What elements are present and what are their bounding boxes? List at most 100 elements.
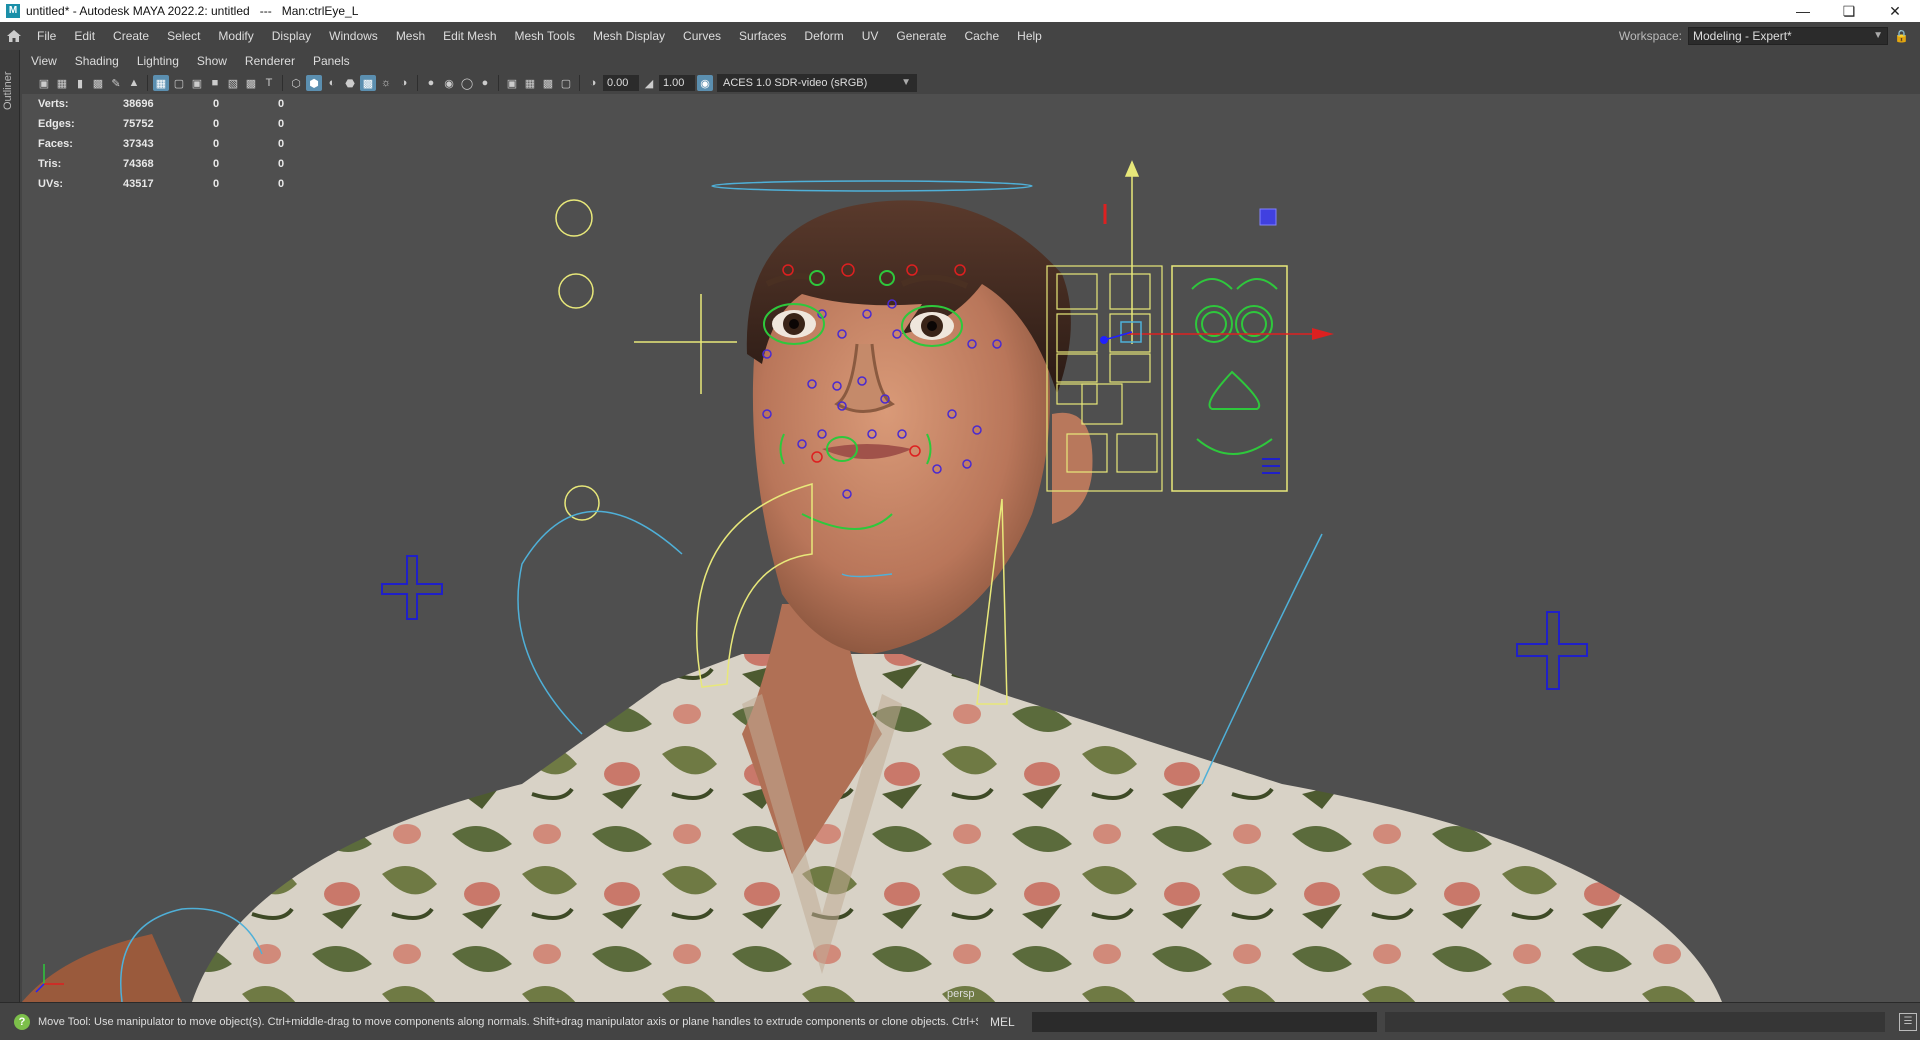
hud-value: 0 <box>278 178 285 190</box>
panel-menu-renderer[interactable]: Renderer <box>236 54 304 68</box>
panel-menu-bar: View Shading Lighting Show Renderer Pane… <box>22 50 1920 72</box>
menu-deform[interactable]: Deform <box>795 22 852 50</box>
gamma-field[interactable]: 1.00 <box>659 75 695 91</box>
default-material-icon[interactable]: ◐ <box>324 75 340 91</box>
command-language-toggle[interactable]: MEL <box>990 1015 1026 1029</box>
two-d-pan-icon[interactable]: ▲ <box>126 75 142 91</box>
hud-value: 75752 <box>123 118 154 130</box>
field-chart-icon[interactable]: ▧ <box>225 75 241 91</box>
shadows-icon[interactable]: ◑ <box>396 75 412 91</box>
lock-icon[interactable]: 🔒 <box>1894 29 1909 43</box>
outliner-label: Outliner <box>2 71 14 110</box>
help-message: Move Tool: Use manipulator to move objec… <box>38 1015 978 1028</box>
menu-mesh[interactable]: Mesh <box>387 22 434 50</box>
menu-display[interactable]: Display <box>263 22 320 50</box>
menu-mesh-tools[interactable]: Mesh Tools <box>506 22 584 50</box>
script-editor-icon[interactable]: ☰ <box>1899 1012 1917 1031</box>
grease-pencil-icon[interactable]: ✎ <box>108 75 124 91</box>
home-icon[interactable] <box>0 22 28 50</box>
panel-toolbar: ▣ ▦ ▮ ▩ ✎ ▲ ▦ ▢ ▣ ■ ▧ ▩ T ⬡ ⬢ ◐ ⬣ ▩ ☼ ◑ … <box>22 72 1920 94</box>
toolbar-divider <box>579 75 580 91</box>
background-shoulder <box>22 934 182 1002</box>
help-icon[interactable]: ? <box>14 1013 30 1030</box>
ambient-occlusion-icon[interactable]: ● <box>423 75 439 91</box>
panel-menu-lighting[interactable]: Lighting <box>128 54 188 68</box>
textured-icon[interactable]: ▩ <box>360 75 376 91</box>
restore-icon[interactable]: ❏ <box>1826 0 1872 22</box>
close-icon[interactable]: ✕ <box>1872 0 1918 22</box>
blue-square-control <box>1259 208 1277 226</box>
persp-viewport[interactable]: Verts: 38696 0 0 Edges: 75752 0 0 Faces:… <box>22 94 1920 1002</box>
depth-of-field-icon[interactable]: ● <box>477 75 493 91</box>
workspace-label: Workspace: <box>1618 29 1682 43</box>
ear-mesh <box>1052 412 1093 524</box>
wireframe-on-shaded-icon[interactable]: ⬣ <box>342 75 358 91</box>
menu-file[interactable]: File <box>28 22 65 50</box>
hud-value: 38696 <box>123 98 154 110</box>
menu-create[interactable]: Create <box>104 22 158 50</box>
film-gate-icon[interactable]: ▢ <box>171 75 187 91</box>
menu-select[interactable]: Select <box>158 22 209 50</box>
gate-mask-icon[interactable]: ■ <box>207 75 223 91</box>
menu-mesh-display[interactable]: Mesh Display <box>584 22 674 50</box>
camera-name-label: persp <box>947 988 975 1000</box>
exposure-icon[interactable]: ◑ <box>585 75 601 91</box>
motion-blur-icon[interactable]: ◉ <box>441 75 457 91</box>
camera-attributes-icon[interactable]: ▦ <box>54 75 70 91</box>
hud-value: 0 <box>278 98 285 110</box>
face-board-lines <box>1262 458 1280 474</box>
smooth-shade-icon[interactable]: ⬢ <box>306 75 322 91</box>
workspace-select[interactable]: Modeling - Expert* ▼ <box>1688 27 1888 45</box>
command-result-field <box>1385 1011 1885 1032</box>
command-line-input[interactable] <box>1032 1011 1377 1032</box>
safe-title-icon[interactable]: T <box>261 75 277 91</box>
bookmark-icon[interactable]: ▮ <box>72 75 88 91</box>
title-bar: M untitled* - Autodesk MAYA 2022.2: unti… <box>0 0 1920 22</box>
exposure-field[interactable]: 0.00 <box>603 75 639 91</box>
move-manipulator <box>1100 321 1334 344</box>
anti-aliasing-icon[interactable]: ◯ <box>459 75 475 91</box>
menu-generate[interactable]: Generate <box>887 22 955 50</box>
select-camera-icon[interactable]: ▣ <box>36 75 52 91</box>
color-management-icon[interactable]: ◉ <box>697 75 713 91</box>
wireframe-icon[interactable]: ⬡ <box>288 75 304 91</box>
outliner-toggle[interactable]: Outliner <box>0 50 20 1010</box>
menu-curves[interactable]: Curves <box>674 22 730 50</box>
menu-surfaces[interactable]: Surfaces <box>730 22 795 50</box>
panel-menu-view[interactable]: View <box>22 54 66 68</box>
hud-label: Tris: <box>38 158 62 170</box>
safe-action-icon[interactable]: ▩ <box>243 75 259 91</box>
isolate-select-icon[interactable]: ▣ <box>504 75 520 91</box>
resolution-gate-icon[interactable]: ▣ <box>189 75 205 91</box>
menu-help[interactable]: Help <box>1008 22 1051 50</box>
workspace-area: Workspace: Modeling - Expert* ▼ 🔒 <box>1618 22 1909 50</box>
grid-icon[interactable]: ▦ <box>153 75 169 91</box>
window-title: untitled* - Autodesk MAYA 2022.2: untitl… <box>26 4 359 18</box>
menu-uv[interactable]: UV <box>853 22 888 50</box>
hud-value: 43517 <box>123 178 154 190</box>
workspace-value: Modeling - Expert* <box>1693 29 1792 43</box>
xray-joints-icon[interactable]: ▩ <box>540 75 556 91</box>
scene-render <box>22 160 1722 1002</box>
minimize-icon[interactable]: — <box>1780 0 1826 22</box>
gamma-icon[interactable]: ◢ <box>641 75 657 91</box>
use-all-lights-icon[interactable]: ☼ <box>378 75 394 91</box>
menu-edit-mesh[interactable]: Edit Mesh <box>434 22 505 50</box>
hud-value: 0 <box>213 158 220 170</box>
main-menu-bar: File Edit Create Select Modify Display W… <box>0 22 1920 50</box>
xray-icon[interactable]: ▦ <box>522 75 538 91</box>
menu-edit[interactable]: Edit <box>65 22 104 50</box>
menu-modify[interactable]: Modify <box>209 22 262 50</box>
image-plane-icon[interactable]: ▩ <box>90 75 106 91</box>
color-space-value: ACES 1.0 SDR-video (sRGB) <box>723 77 868 89</box>
menu-windows[interactable]: Windows <box>320 22 387 50</box>
panel-menu-panels[interactable]: Panels <box>304 54 359 68</box>
hud-value: 0 <box>213 98 220 110</box>
face-control-board-right <box>1171 265 1288 492</box>
color-space-select[interactable]: ACES 1.0 SDR-video (sRGB) ▼ <box>717 74 917 92</box>
panel-menu-show[interactable]: Show <box>188 54 236 68</box>
toolbar-divider <box>282 75 283 91</box>
menu-cache[interactable]: Cache <box>955 22 1008 50</box>
xray-active-icon[interactable]: ▢ <box>558 75 574 91</box>
panel-menu-shading[interactable]: Shading <box>66 54 128 68</box>
